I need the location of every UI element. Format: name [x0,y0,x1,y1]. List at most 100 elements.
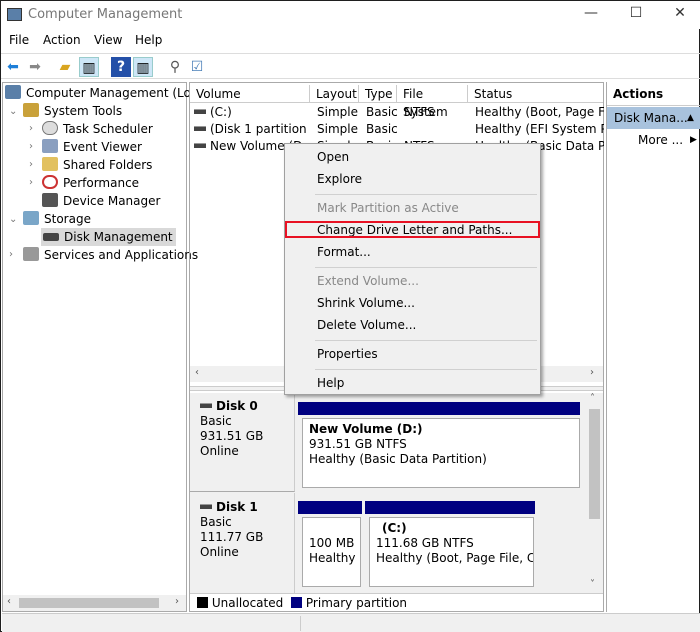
event-viewer-icon [42,139,58,153]
back-icon[interactable]: ⬅ [3,57,23,77]
tree-item-storage[interactable]: Storage [23,210,91,228]
actions-more[interactable]: More ... ▶ [638,133,700,151]
tree-label: Computer Management (Local) [26,86,213,100]
menu-action[interactable]: Action [43,33,81,47]
volume-row[interactable]: (Disk 1 partition 1) Simple Basic Healthy (… [190,121,604,138]
tree-item-shared-folders[interactable]: Shared Folders [42,156,152,174]
partition-status: Healthy (EFI System Partition) [309,551,360,565]
cell-text: Healthy (Boot, Page File, Crash Dump, Pr… [475,105,604,119]
menu-view[interactable]: View [94,33,122,47]
more-label: More ... [638,133,684,147]
clock-icon [42,121,58,135]
menu-item-help[interactable]: Help [317,373,344,393]
column-header-volume[interactable]: Volume [190,85,310,103]
partition-efi[interactable]: 100 MB Healthy (EFI System Partition) [302,517,361,587]
help-icon[interactable]: ? [111,57,131,77]
cell-text: (C:) [210,105,232,119]
menu-item-explore[interactable]: Explore [317,169,362,189]
actions-header: Actions [607,82,700,106]
partition-new-volume-d[interactable]: New Volume (D:) 931.51 GB NTFS Healthy (… [302,418,580,488]
properties-icon[interactable]: ☑ [187,57,207,77]
actions-section-disk-management[interactable]: Disk Mana... ▲ [607,107,700,129]
menu-separator [315,369,537,370]
partition-title: (C:) [382,521,407,535]
disk-0-info[interactable]: Disk 0 Basic 931.51 GB Online [190,393,295,492]
menu-item-delete-volume[interactable]: Delete Volume... [317,315,416,335]
status-bar [2,613,700,632]
tree-item-event-viewer[interactable]: Event Viewer [42,138,142,156]
volume-icon [194,109,206,114]
column-header-file-system[interactable]: File System [397,85,468,119]
shared-folder-icon [42,157,58,171]
up-folder-icon[interactable]: ▰ [55,57,75,77]
volume-row[interactable]: (C:) Simple Basic NTFS Healthy (Boot, Page F… [190,104,604,121]
actions-pane: Actions Disk Mana... ▲ More ... ▶ [606,82,700,612]
disk-size: 931.51 GB [200,429,264,443]
disk-icon [43,233,59,241]
partition-c[interactable]: (C:) 111.68 GB NTFS Healthy (Boot, Page … [369,517,534,587]
chevron-right-icon[interactable]: › [9,249,13,260]
close-button[interactable]: ✕ [665,5,695,25]
chevron-right-icon[interactable]: › [29,123,33,134]
toolbar: ⬅ ➡ ▰ ▥ ? ▥ ⚲ ☑ [1,53,700,79]
legend-label: Unallocated [211,596,284,610]
tree-label: Device Manager [63,194,161,208]
forward-icon[interactable]: ➡ [25,57,45,77]
menu-file[interactable]: File [9,33,29,47]
disk-icon [200,504,212,509]
disk-view-vertical-scrollbar[interactable]: ˄ ˅ [586,393,603,593]
disk-state: Online [200,545,239,559]
partition-size: 111.68 GB NTFS [376,536,474,550]
legend: Unallocated Primary partition [190,593,603,611]
chevron-right-icon[interactable]: › [29,159,33,170]
chevron-right-icon[interactable]: › [29,177,33,188]
highlight-box [285,221,540,238]
menu-item-shrink-volume[interactable]: Shrink Volume... [317,293,415,313]
disk-state: Online [200,444,239,458]
volume-cell: (Disk 1 partition 1) [194,121,306,138]
disk-size: 111.77 GB [200,530,264,544]
collapse-icon: ▲ [687,113,694,123]
chevron-right-icon[interactable]: › [29,141,33,152]
tree-item-device-manager[interactable]: Device Manager [42,192,160,210]
show-hide-action-pane-icon[interactable]: ▥ [133,57,153,77]
tree-item-services-and-applications[interactable]: Services and Applications [23,246,198,264]
tree-item-task-scheduler[interactable]: Task Scheduler [42,120,153,138]
volume-cell: Healthy (Boot, Page File, Crash Dump, Pr… [475,104,604,121]
menu-item-format[interactable]: Format... [317,242,371,262]
disk-1-info[interactable]: Disk 1 Basic 111.77 GB Online [190,493,295,593]
minimize-button[interactable]: — [576,5,606,25]
context-menu: Open Explore Mark Partition as Active Chang… [284,143,541,395]
tree-horizontal-scrollbar[interactable]: ‹ › [3,595,186,611]
menu-help[interactable]: Help [135,33,162,47]
volume-cell: Basic [366,104,398,121]
partition-size: 100 MB [309,536,355,550]
column-header-type[interactable]: Type [359,85,397,103]
disk-name: Disk 1 [216,500,258,514]
tree-item-performance[interactable]: Performance [42,174,139,192]
menu-item-properties[interactable]: Properties [317,344,378,364]
tree-label: Event Viewer [63,140,142,154]
cell-text: (Disk 1 partition 1) [210,122,306,136]
menu-item-open[interactable]: Open [317,147,349,167]
tree-root[interactable]: Computer Management (Local) [5,84,213,102]
show-hide-console-tree-icon[interactable]: ▥ [79,57,99,77]
cell-text: Simple [317,105,358,119]
scrollbar-thumb[interactable] [589,409,600,519]
partition-bar-primary [365,501,535,514]
tree-item-system-tools[interactable]: System Tools [23,102,122,120]
volume-cell: Simple [317,104,360,121]
device-manager-icon [42,193,58,207]
scrollbar-thumb[interactable] [19,598,159,608]
tree-label: Performance [63,176,140,190]
maximize-button[interactable]: ☐ [621,5,651,25]
chevron-down-icon[interactable]: ⌄ [9,214,17,225]
tree-item-disk-management[interactable]: Disk Management [41,228,176,246]
connect-icon[interactable]: ⚲ [165,57,185,77]
column-header-status[interactable]: Status [468,85,603,103]
partition-status: Healthy (Boot, Page File, Crash Dump, Pr… [376,551,533,565]
volume-icon [194,143,206,148]
chevron-down-icon[interactable]: ⌄ [9,106,17,117]
cell-text: Healthy (EFI System Partition) [475,122,604,136]
column-header-layout[interactable]: Layout [310,85,359,103]
